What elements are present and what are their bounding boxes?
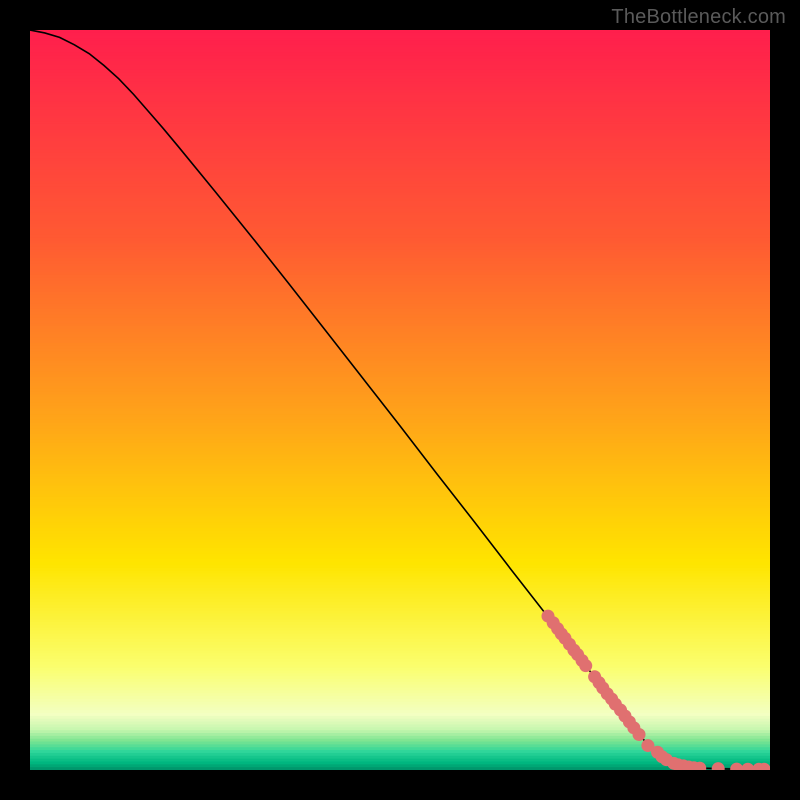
data-point bbox=[741, 763, 754, 770]
data-point bbox=[633, 728, 646, 741]
chart-plot-area bbox=[30, 30, 770, 770]
watermark-text: TheBottleneck.com bbox=[611, 6, 786, 29]
fit-curve bbox=[30, 30, 770, 769]
curve-overlay bbox=[30, 30, 770, 770]
data-point bbox=[579, 659, 592, 672]
data-point bbox=[730, 763, 743, 770]
data-point bbox=[712, 762, 725, 770]
